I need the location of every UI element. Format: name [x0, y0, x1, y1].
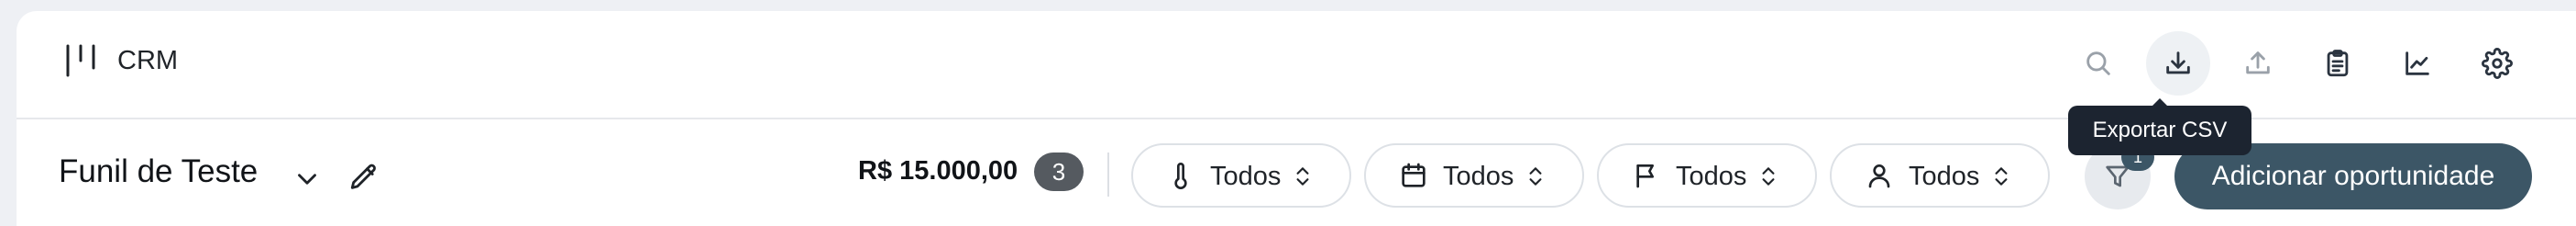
chart-icon [2405, 51, 2429, 75]
upload-icon [2246, 51, 2270, 74]
date-filter-label: Todos [1443, 162, 1514, 191]
export-csv-button[interactable] [2146, 31, 2210, 96]
owner-filter[interactable]: Todos [1830, 143, 2050, 208]
kanban-logo-icon [66, 44, 95, 77]
temperature-filter[interactable]: Todos [1131, 143, 1351, 208]
calendar-icon [1402, 163, 1426, 187]
gear-icon [2482, 48, 2513, 79]
export-csv-tooltip: Exportar CSV [2068, 98, 2251, 155]
clipboard-button[interactable] [2306, 31, 2370, 96]
thermometer-icon [1174, 163, 1187, 189]
search-button[interactable] [2066, 31, 2130, 96]
chevron-up-down-icon [1995, 167, 2008, 186]
chevron-down-icon[interactable] [292, 164, 323, 195]
opportunity-count-badge: 3 [1034, 153, 1084, 191]
search-icon [2086, 51, 2110, 75]
total-amount: R$ 15.000,00 [858, 156, 1018, 186]
stage-filter-label: Todos [1676, 162, 1747, 191]
user-icon [1868, 164, 1890, 188]
clipboard-icon [2327, 50, 2349, 77]
chevron-up-down-icon [1762, 167, 1775, 186]
crm-panel: CRM Exportar CSV Funil de Teste R$ 15.00… [17, 11, 2576, 226]
app-title: CRM [117, 46, 179, 75]
chevron-up-down-icon [1296, 167, 1309, 186]
funnel-title: Funil de Teste [59, 153, 259, 189]
flag-icon [1636, 164, 1654, 188]
settings-button[interactable] [2465, 31, 2529, 96]
date-filter[interactable]: Todos [1364, 143, 1584, 208]
edit-pencil-icon[interactable] [348, 162, 380, 193]
chevron-up-down-icon [1529, 167, 1542, 186]
divider [1107, 153, 1109, 197]
download-icon [2166, 51, 2190, 74]
top-bar: CRM [17, 11, 2576, 119]
analytics-button[interactable] [2385, 31, 2449, 96]
import-button[interactable] [2226, 31, 2290, 96]
stage-filter[interactable]: Todos [1597, 143, 1817, 208]
owner-filter-label: Todos [1909, 162, 1980, 191]
temperature-filter-label: Todos [1210, 162, 1282, 191]
